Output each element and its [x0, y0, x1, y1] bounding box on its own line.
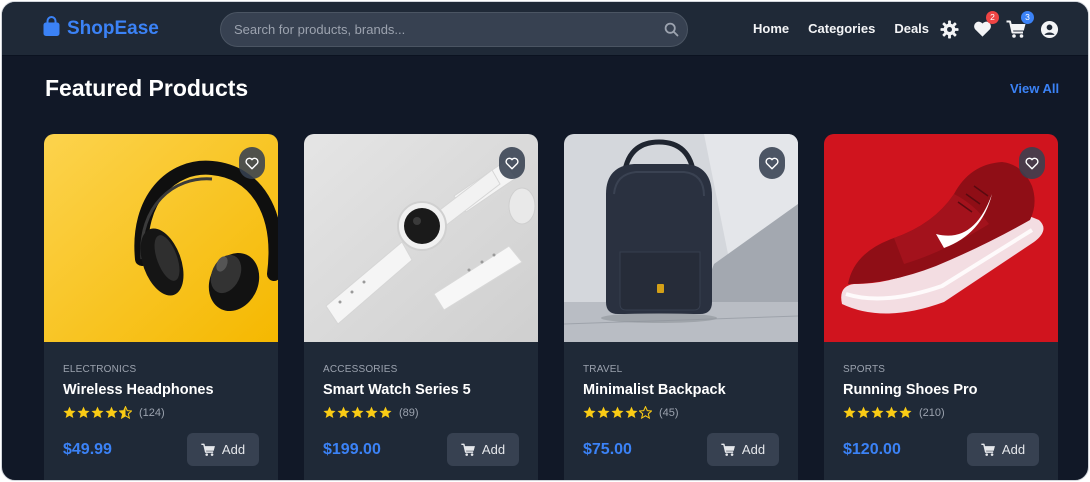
product-category: ACCESSORIES	[323, 364, 398, 375]
product-price: $199.00	[323, 441, 381, 458]
star-full-icon	[583, 406, 596, 419]
add-button-label: Add	[1001, 442, 1026, 457]
product-price: $120.00	[843, 441, 901, 458]
star-full-icon	[77, 406, 90, 419]
cart-icon[interactable]: 3	[1006, 11, 1034, 44]
shopping-bag-icon	[42, 16, 61, 42]
product-card[interactable]: ACCESSORIES Smart Watch Series 5 (89) $1…	[304, 134, 538, 480]
cart-icon	[201, 443, 215, 456]
wishlist-button[interactable]	[239, 147, 265, 179]
star-full-icon	[611, 406, 624, 419]
product-rating: (210)	[843, 406, 945, 419]
cart-icon	[461, 443, 475, 456]
wishlist-button[interactable]	[1019, 147, 1045, 179]
settings-icon[interactable]	[940, 20, 959, 44]
product-rating: (89)	[323, 406, 419, 419]
star-half-icon	[119, 406, 132, 419]
add-to-cart-button[interactable]: Add	[187, 433, 259, 466]
product-rating: (45)	[583, 406, 679, 419]
star-full-icon	[365, 406, 378, 419]
heart-outline-icon	[1025, 157, 1039, 169]
cart-count-badge: 3	[1021, 11, 1034, 24]
star-rating	[323, 406, 392, 419]
add-to-cart-button[interactable]: Add	[447, 433, 519, 466]
star-full-icon	[871, 406, 884, 419]
add-to-cart-button[interactable]: Add	[707, 433, 779, 466]
navbar: ShopEase Home Categories Deals	[2, 2, 1088, 56]
nav-link-categories[interactable]: Categories	[808, 21, 875, 36]
product-category: TRAVEL	[583, 364, 623, 375]
product-name[interactable]: Minimalist Backpack	[583, 382, 726, 398]
star-rating	[583, 406, 652, 419]
product-category: ELECTRONICS	[63, 364, 137, 375]
nav-link-home[interactable]: Home	[753, 21, 789, 36]
wishlist-count-badge: 2	[986, 11, 999, 24]
view-all-link[interactable]: View All	[1010, 81, 1059, 96]
search-bar	[220, 12, 688, 47]
star-rating	[63, 406, 132, 419]
review-count: (210)	[919, 406, 945, 419]
review-count: (89)	[399, 406, 419, 419]
product-card[interactable]: SPORTS Running Shoes Pro (210) $120.00 A…	[824, 134, 1058, 480]
star-full-icon	[337, 406, 350, 419]
star-full-icon	[91, 406, 104, 419]
search-icon[interactable]	[664, 22, 679, 42]
product-rating: (124)	[63, 406, 165, 419]
star-empty-icon	[639, 406, 652, 419]
add-button-label: Add	[481, 442, 506, 457]
star-full-icon	[899, 406, 912, 419]
product-name[interactable]: Smart Watch Series 5	[323, 382, 471, 398]
product-category: SPORTS	[843, 364, 886, 375]
star-full-icon	[843, 406, 856, 419]
product-name[interactable]: Wireless Headphones	[63, 382, 214, 398]
star-full-icon	[597, 406, 610, 419]
add-button-label: Add	[221, 442, 246, 457]
product-price: $49.99	[63, 441, 112, 458]
app-window: ShopEase Home Categories Deals	[1, 1, 1089, 481]
brand-name: ShopEase	[67, 18, 159, 39]
star-full-icon	[105, 406, 118, 419]
heart-outline-icon	[765, 157, 779, 169]
star-full-icon	[857, 406, 870, 419]
review-count: (124)	[139, 406, 165, 419]
product-card[interactable]: TRAVEL Minimalist Backpack (45) $75.00 A…	[564, 134, 798, 480]
product-card[interactable]: ELECTRONICS Wireless Headphones (124) $4…	[44, 134, 278, 480]
star-full-icon	[351, 406, 364, 419]
add-to-cart-button[interactable]: Add	[967, 433, 1039, 466]
star-full-icon	[379, 406, 392, 419]
review-count: (45)	[659, 406, 679, 419]
wishlist-button[interactable]	[499, 147, 525, 179]
cart-icon	[721, 443, 735, 456]
brand-logo[interactable]: ShopEase	[42, 16, 159, 42]
nav-link-deals[interactable]: Deals	[894, 21, 929, 36]
star-full-icon	[323, 406, 336, 419]
user-icon[interactable]	[1040, 20, 1059, 44]
search-input[interactable]	[234, 13, 654, 46]
section-title: Featured Products	[45, 75, 249, 101]
product-price: $75.00	[583, 441, 632, 458]
cart-icon	[981, 443, 995, 456]
heart-icon[interactable]: 2	[973, 11, 999, 43]
star-rating	[843, 406, 912, 419]
star-full-icon	[885, 406, 898, 419]
star-full-icon	[63, 406, 76, 419]
product-name[interactable]: Running Shoes Pro	[843, 382, 978, 398]
wishlist-button[interactable]	[759, 147, 785, 179]
nav-links: Home Categories Deals	[753, 21, 929, 36]
star-full-icon	[625, 406, 638, 419]
heart-outline-icon	[505, 157, 519, 169]
heart-outline-icon	[245, 157, 259, 169]
add-button-label: Add	[741, 442, 766, 457]
